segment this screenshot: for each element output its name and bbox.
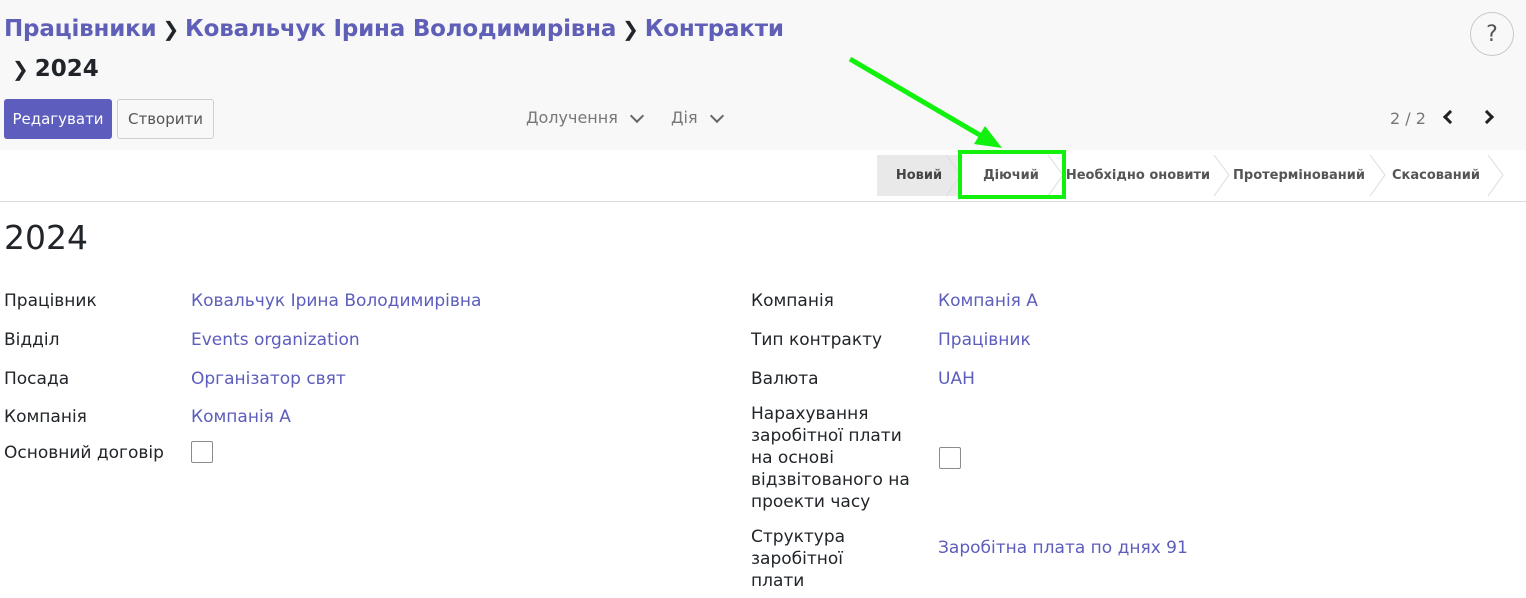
timesheet-payroll-checkbox[interactable] [939, 447, 961, 469]
salary-structure-label: Структура заробітної плати [751, 527, 846, 591]
timesheet-payroll-label: Нарахування заробітної плати на основі в… [751, 404, 910, 512]
job-value[interactable]: Організатор свят [191, 368, 346, 390]
main-contract-label: Основний договір [4, 443, 164, 463]
job-label: Посада [4, 369, 70, 389]
stage-divider [1369, 154, 1386, 197]
department-value[interactable]: Events organization [191, 329, 360, 351]
stage-divider [1487, 154, 1504, 197]
currency-value[interactable]: UAH [938, 368, 975, 390]
stage-divider [1213, 154, 1230, 197]
record-title: 2024 [4, 218, 88, 257]
employee-value[interactable]: Ковальчук Ірина Володимирівна [191, 290, 481, 312]
company-label-right: Компанія [751, 291, 834, 311]
department-label: Відділ [4, 330, 60, 350]
main-contract-checkbox[interactable] [191, 441, 213, 463]
contract-type-value[interactable]: Працівник [938, 329, 1031, 351]
company-label-left: Компанія [4, 407, 87, 427]
company-value-left[interactable]: Компанія А [191, 406, 291, 428]
employee-label: Працівник [4, 291, 97, 311]
annotation-arrow-head [974, 126, 1002, 148]
currency-label: Валюта [751, 369, 819, 389]
contract-type-label: Тип контракту [751, 330, 883, 350]
salary-structure-value[interactable]: Заробітна плата по днях 91 [938, 537, 1188, 559]
highlight-box [958, 150, 1066, 199]
annotation-arrow-line [848, 56, 992, 144]
company-value-right[interactable]: Компанія А [938, 290, 1038, 312]
